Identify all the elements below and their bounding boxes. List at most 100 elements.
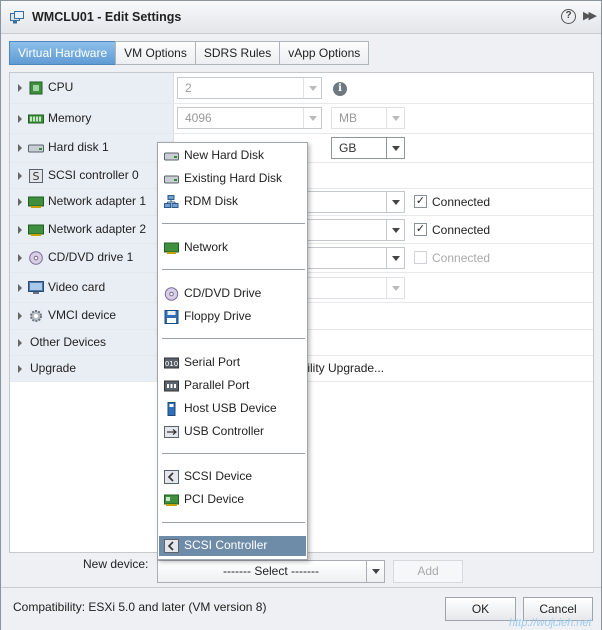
vm-icon [10,11,24,24]
menu-item-usb-controller[interactable]: USB Controller [159,422,306,442]
cd-dvd-select[interactable] [307,247,405,269]
hard-disk-icon [164,175,179,184]
dialog-title: WMCLU01 - Edit Settings [32,10,182,24]
expand-caret-icon[interactable] [18,364,22,373]
network-adapter-1-select[interactable] [307,191,405,213]
expand-icon[interactable]: ▶▶ [583,9,597,22]
cpu-count-value: 2 [185,81,192,95]
menu-item-label: New Hard Disk [184,148,265,162]
expand-caret-icon[interactable] [18,312,22,320]
row-label-cpu[interactable]: CPU [10,73,174,103]
cpu-label: CPU [48,80,74,94]
expand-caret-icon[interactable] [18,171,22,180]
row-label-memory[interactable]: Memory [10,104,174,133]
memory-unit-value: MB [339,111,357,125]
row-label-vmci[interactable]: VMCI device [10,303,174,329]
expand-caret-icon[interactable] [18,198,22,206]
expand-caret-icon[interactable] [18,283,22,292]
row-label-cd-dvd[interactable]: CD/DVD drive 1 [10,244,174,272]
row-label-other-devices[interactable]: Other Devices [10,330,174,355]
menu-item-scsi-controller[interactable]: SCSI Controller [159,536,306,556]
connected-label: Connected [432,195,491,209]
menu-separator [162,223,305,224]
cd-dvd-connected-checkbox[interactable] [414,251,427,264]
chevron-down-icon [386,248,404,268]
menu-item-pci-device[interactable]: PCI Device [159,490,306,510]
watermark: http://wojcieh.net [509,617,592,629]
network-adapter-1-connected-checkbox[interactable]: ✓ [414,195,427,208]
menu-item-cd-dvd-drive[interactable]: CD/DVD Drive [159,284,306,304]
menu-item-host-usb-device[interactable]: Host USB Device [159,399,306,419]
network-adapter-2-connected-checkbox[interactable]: ✓ [414,223,427,236]
cpu-count-select[interactable]: 2 [177,77,322,99]
hard-disk-unit-select[interactable]: GB [331,137,405,159]
menu-item-label: Existing Hard Disk [184,171,283,185]
memory-size-input[interactable]: 4096 [177,107,322,129]
new-device-select[interactable]: ------- Select ------- [157,560,385,583]
rdm-disk-icon [164,195,179,208]
ok-button[interactable]: OK [445,597,516,621]
network-adapter-1-label: Network adapter 1 [48,194,147,208]
menu-item-network[interactable]: Network [159,238,306,258]
usb-controller-icon [164,426,179,438]
expand-caret-icon[interactable] [18,338,22,347]
menu-separator [162,453,305,454]
tab-vm-options[interactable]: VM Options [115,41,196,65]
menu-item-label: CD/DVD Drive [184,286,262,300]
menu-item-parallel-port[interactable]: Parallel Port [159,376,306,396]
menu-item-floppy-drive[interactable]: Floppy Drive [159,307,306,327]
tab-sdrs-rules[interactable]: SDRS Rules [194,41,281,65]
menu-item-existing-hard-disk[interactable]: Existing Hard Disk [159,169,306,189]
pci-device-icon [164,494,179,506]
menu-item-label: SCSI Device [184,469,253,483]
row-label-network-adapter-1[interactable]: Network adapter 1 [10,189,174,215]
chevron-down-icon [303,78,321,98]
video-card-select[interactable] [307,277,405,299]
hard-disk-label: Hard disk 1 [48,140,109,154]
menu-separator [162,338,305,339]
add-button[interactable]: Add [393,560,463,583]
menu-item-label: USB Controller [184,424,265,438]
scsi-device-icon [164,470,179,484]
chevron-down-icon [386,138,404,158]
chevron-down-icon [386,192,404,212]
row-label-hard-disk[interactable]: Hard disk 1 [10,134,174,162]
menu-separator [162,522,305,523]
menu-item-serial-port[interactable]: 010 Serial Port [159,353,306,373]
memory-unit-select[interactable]: MB [331,107,405,129]
other-devices-label: Other Devices [30,334,107,349]
row-label-video-card[interactable]: Video card [10,273,174,302]
cpu-icon [29,81,43,95]
help-icon[interactable]: ? [561,9,576,24]
parallel-port-icon [164,380,179,392]
menu-item-new-hard-disk[interactable]: New Hard Disk [159,146,306,166]
expand-caret-icon[interactable] [18,254,22,262]
gear-icon [30,310,42,322]
row-label-upgrade[interactable]: Upgrade [10,356,174,381]
chevron-down-icon [366,561,384,582]
info-icon[interactable]: i [333,82,347,96]
cd-dvd-label: CD/DVD drive 1 [48,250,134,264]
expand-caret-icon[interactable] [18,144,22,152]
network-adapter-2-select[interactable] [307,219,405,241]
monitor-icon [28,280,44,294]
expand-caret-icon[interactable] [18,225,22,234]
upgrade-label: Upgrade [30,360,77,375]
expand-caret-icon[interactable] [18,84,22,92]
cd-dvd-icon [29,251,43,265]
tab-vapp-options[interactable]: vApp Options [279,41,370,65]
menu-item-scsi-device[interactable]: SCSI Device [159,467,306,487]
row-label-network-adapter-2[interactable]: Network adapter 2 [10,216,174,243]
expand-caret-icon[interactable] [18,114,22,123]
memory-icon [28,114,44,123]
row-label-scsi-controller[interactable]: S SCSI controller 0 [10,163,174,188]
menu-item-label: Network [184,240,229,254]
menu-item-label: Parallel Port [184,378,250,392]
menu-item-label: SCSI Controller [184,538,268,552]
cd-dvd-icon [164,287,179,301]
network-adapter-icon [28,224,44,236]
hardware-row-memory: Memory 4096 MB [10,104,593,134]
tab-virtual-hardware[interactable]: Virtual Hardware [9,41,117,65]
hardware-row-cpu: CPU 2 i [10,73,593,104]
menu-item-rdm-disk[interactable]: RDM Disk [159,192,306,212]
